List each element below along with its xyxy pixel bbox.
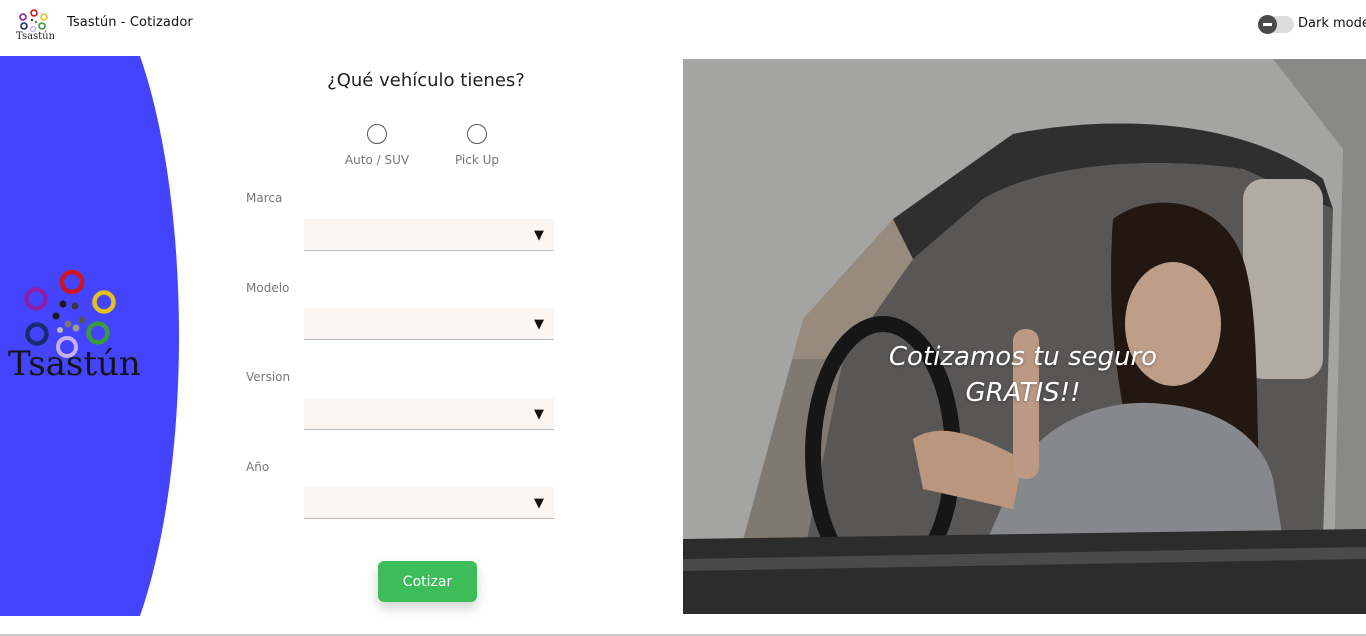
toggle-knob[interactable]	[1258, 15, 1277, 34]
tsastun-brand-logo: Tsastún	[8, 269, 141, 384]
top-bar: Tsastún Tsastún - Cotizador Dark mode	[0, 0, 1366, 48]
chevron-down-icon[interactable]: ▼	[534, 228, 544, 243]
modelo-select[interactable]: ▼	[304, 308, 554, 340]
radio-auto-suv[interactable]: Auto / SUV	[327, 124, 427, 167]
radio-pick-up[interactable]: Pick Up	[427, 124, 527, 167]
radio-auto-suv-label[interactable]: Auto / SUV	[327, 153, 427, 167]
dark-mode-label: Dark mode	[1298, 16, 1366, 31]
marca-select[interactable]: ▼	[304, 219, 554, 251]
hero-line-2: GRATIS!!	[965, 378, 1081, 408]
hero-line-1: Cotizamos tu seguro	[888, 342, 1158, 372]
modelo-label: Modelo	[246, 281, 290, 295]
hero-image: Cotizamos tu seguro GRATIS!!	[683, 59, 1366, 614]
version-label: Version	[246, 370, 291, 384]
anio-label: Año	[246, 460, 270, 474]
chevron-down-icon[interactable]: ▼	[534, 496, 544, 511]
chevron-down-icon[interactable]: ▼	[534, 317, 544, 332]
tsastun-logo-icon: Tsastún	[16, 9, 54, 41]
radio-auto-suv-circle[interactable]	[367, 124, 387, 144]
app-title: Tsastún - Cotizador	[67, 15, 193, 30]
marca-label: Marca	[246, 191, 283, 205]
brand-name: Tsastún	[8, 344, 141, 384]
chevron-down-icon[interactable]: ▼	[534, 407, 544, 422]
cotizar-button[interactable]: Cotizar	[378, 561, 477, 602]
radio-pick-up-label[interactable]: Pick Up	[427, 153, 527, 167]
hero-headline: Cotizamos tu seguro GRATIS!!	[813, 339, 1233, 411]
vehicle-question: ¿Qué vehículo tienes?	[327, 70, 525, 91]
anio-select[interactable]: ▼	[304, 487, 554, 519]
svg-text:Tsastún: Tsastún	[16, 31, 54, 41]
radio-pick-up-circle[interactable]	[467, 124, 487, 144]
hero-illustration	[683, 59, 1366, 614]
version-select[interactable]: ▼	[304, 398, 554, 430]
dark-mode-toggle[interactable]	[1258, 15, 1294, 34]
